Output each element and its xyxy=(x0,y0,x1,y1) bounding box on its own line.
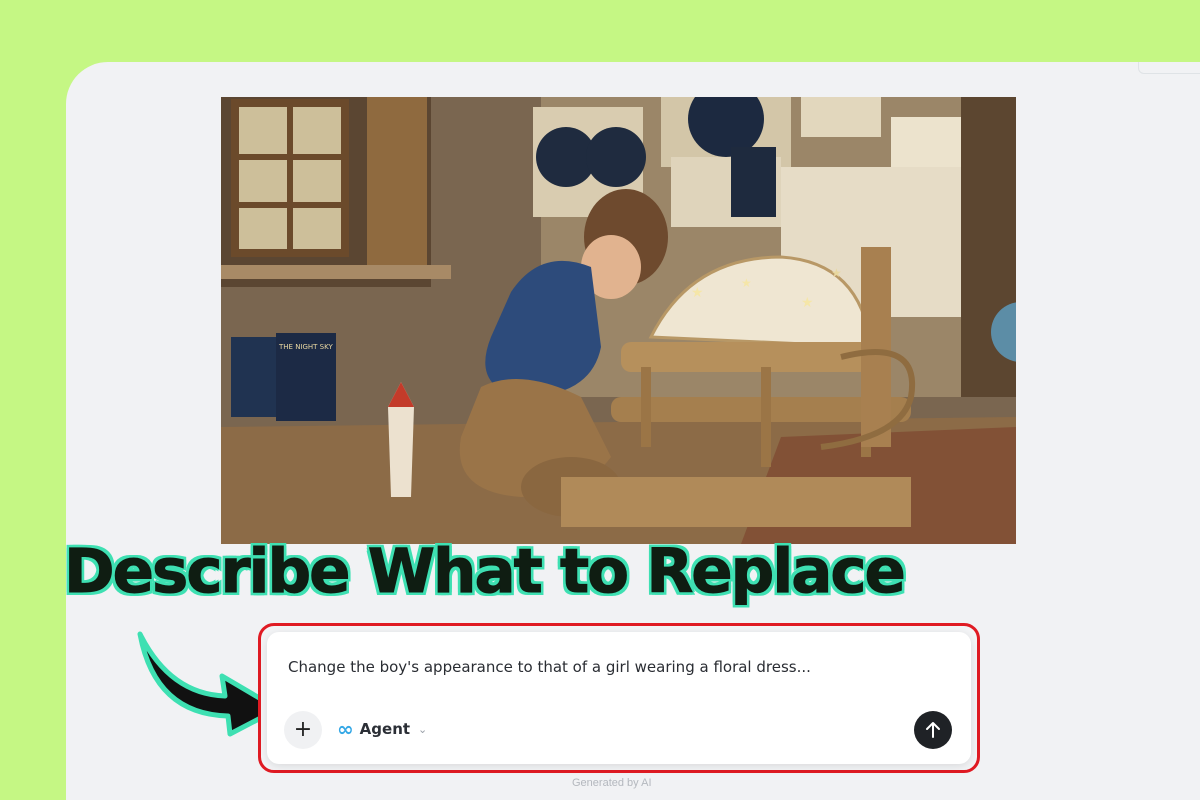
send-button[interactable] xyxy=(914,711,952,749)
svg-text:★: ★ xyxy=(801,295,814,311)
generated-by-ai-note: Generated by AI xyxy=(572,777,652,789)
generated-image: THE NIGHT SKY ★ ★ ★ ★ xyxy=(221,97,1016,544)
svg-text:★: ★ xyxy=(741,276,752,290)
svg-text:★: ★ xyxy=(691,285,704,301)
agent-label: Agent xyxy=(359,720,411,738)
chevron-down-icon: ⌄ xyxy=(418,722,428,736)
svg-text:★: ★ xyxy=(831,266,842,280)
plus-icon: + xyxy=(293,717,313,742)
infinity-icon: ∞ xyxy=(337,717,354,741)
prompt-input[interactable]: Change the boy's appearance to that of a… xyxy=(288,658,811,676)
add-attachment-button[interactable]: + xyxy=(284,711,322,749)
headline: Describe What to Replace xyxy=(64,536,907,608)
prompt-panel: Change the boy's appearance to that of a… xyxy=(258,623,980,773)
book-title: THE NIGHT SKY xyxy=(278,343,333,351)
agent-mode-selector[interactable]: ∞ Agent ⌄ xyxy=(337,719,427,739)
arrow-up-icon xyxy=(926,722,940,738)
prompt-card: Change the boy's appearance to that of a… xyxy=(267,632,971,764)
corner-tab xyxy=(1138,62,1200,74)
